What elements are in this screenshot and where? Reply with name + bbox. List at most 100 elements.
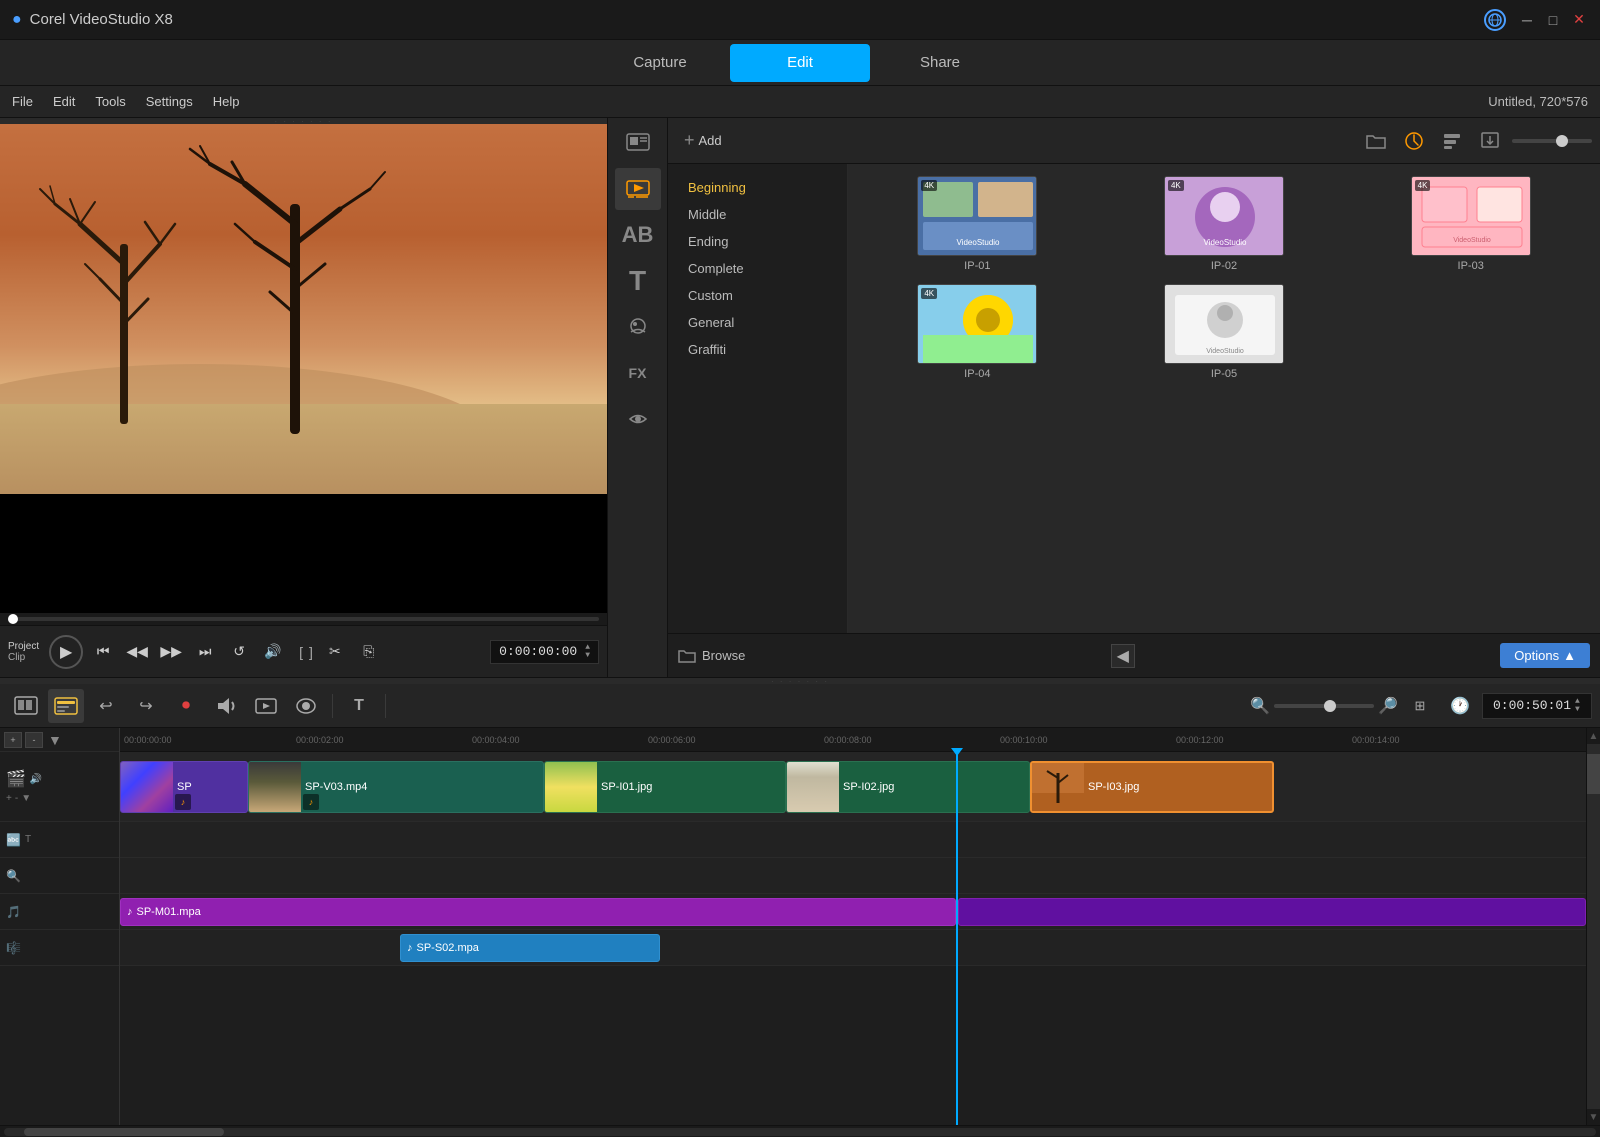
sidebar-text-icon[interactable]: AB [615, 214, 661, 256]
minimize-button[interactable]: ─ [1518, 11, 1536, 29]
sidebar-fx-icon[interactable]: FX [615, 352, 661, 394]
ruler-mark-2: 00:00:04:00 [472, 735, 648, 745]
tl-mask-button[interactable] [288, 689, 324, 723]
add-button[interactable]: + Add [676, 126, 730, 155]
clip-spi01[interactable]: SP-I01.jpg [544, 761, 786, 813]
skip-start-button[interactable]: ⏮ [89, 638, 117, 666]
scroll-up-button[interactable]: ▲ [1587, 728, 1600, 744]
folder-icon[interactable] [1360, 125, 1392, 157]
clip-spm01[interactable]: ♪ SP-M01.mpa [120, 898, 956, 926]
thumbnail-ip02[interactable]: 4K VideoStudio IP-02 [1107, 176, 1342, 272]
tl-redo-button[interactable]: ↪ [128, 689, 164, 723]
clip-sps02-note: ♪ [407, 942, 413, 954]
h-scrollbar[interactable] [4, 1128, 1596, 1136]
menu-file[interactable]: File [12, 94, 33, 109]
globe-icon[interactable] [1484, 9, 1506, 31]
mark-out-button[interactable]: ] [307, 642, 315, 662]
category-beginning[interactable]: Beginning [668, 174, 847, 201]
zoom-in-icon[interactable]: 🔎 [1378, 696, 1398, 716]
play-button[interactable]: ▶ [49, 635, 83, 669]
volume-button[interactable]: 🔊 [259, 638, 287, 666]
tl-storyboard-button[interactable] [8, 689, 44, 723]
clip-spi02[interactable]: SP-I02.jpg [786, 761, 1030, 813]
step-forward-button[interactable]: ▶▶ [157, 638, 185, 666]
timeline-scrollbar [0, 1125, 1600, 1137]
clip-spi03[interactable]: SP-I03.jpg [1030, 761, 1274, 813]
timecode-down[interactable]: ▼ [585, 652, 590, 660]
step-back-button[interactable]: ◀◀ [123, 638, 151, 666]
scrubber-bar[interactable] [0, 613, 607, 625]
zoom-bar[interactable] [1274, 704, 1374, 708]
close-button[interactable]: ✕ [1570, 11, 1588, 29]
tl-media-button[interactable] [248, 689, 284, 723]
import-icon[interactable] [1474, 125, 1506, 157]
video-track-add-remove: + - ▼ [6, 793, 113, 804]
sidebar-graphics-icon[interactable] [615, 306, 661, 348]
tab-capture[interactable]: Capture [590, 44, 730, 82]
menu-tools[interactable]: Tools [95, 94, 125, 109]
tl-clock-button[interactable]: 🕐 [1442, 689, 1478, 723]
copy-button[interactable]: ⎘ [355, 638, 383, 666]
menu-settings[interactable]: Settings [146, 94, 193, 109]
tl-timeline-button[interactable] [48, 689, 84, 723]
video-track-mute-icon[interactable]: 🔊 [30, 774, 42, 785]
tab-edit[interactable]: Edit [730, 44, 870, 82]
clip-sp[interactable]: SP ♪ [120, 761, 248, 813]
video-track-down-icon[interactable]: - [15, 793, 18, 804]
category-middle[interactable]: Middle [668, 201, 847, 228]
clip-spi03-label: SP-I03.jpg [1084, 781, 1143, 793]
thumbnail-ip03[interactable]: 4K VideoStudio IP-03 [1353, 176, 1588, 272]
clip-spm01-ext[interactable] [958, 898, 1586, 926]
tl-fit-button[interactable]: ⊞ [1402, 689, 1438, 723]
tl-timecode-down[interactable]: ▼ [1575, 706, 1580, 714]
skip-end-button[interactable]: ⏭ [191, 638, 219, 666]
tab-share[interactable]: Share [870, 44, 1010, 82]
remove-track-btn[interactable]: - [25, 732, 43, 748]
sidebar-transitions-icon[interactable] [615, 398, 661, 440]
menu-edit[interactable]: Edit [53, 94, 75, 109]
cut-button[interactable]: ✂ [321, 638, 349, 666]
zoom-out-icon[interactable]: 🔍 [1250, 696, 1270, 716]
sidebar-media-icon[interactable] [615, 122, 661, 164]
scrubber-head[interactable] [8, 614, 18, 624]
sort-icon[interactable] [1436, 125, 1468, 157]
browse-button[interactable]: Browse [678, 648, 745, 664]
audio-track-icon: 🎵 [6, 905, 21, 919]
category-custom[interactable]: Custom [668, 282, 847, 309]
category-general[interactable]: General [668, 309, 847, 336]
sidebar-instant-project-icon[interactable] [615, 168, 661, 210]
zoom-slider[interactable] [1512, 139, 1592, 143]
category-graffiti[interactable]: Graffiti [668, 336, 847, 363]
clip-spv03[interactable]: SP-V03.mp4 ♪ [248, 761, 544, 813]
category-complete[interactable]: Complete [668, 255, 847, 282]
menu-help[interactable]: Help [213, 94, 240, 109]
zoom-thumb[interactable] [1556, 135, 1568, 147]
mark-in-button[interactable]: [ [297, 642, 305, 662]
add-track-btn[interactable]: + [4, 732, 22, 748]
tl-record-button[interactable]: ⏺ [168, 689, 204, 723]
loop-button[interactable]: ↺ [225, 638, 253, 666]
clip-spi03-thumbnail [1032, 763, 1084, 811]
track-arrow-down-icon[interactable]: ▼ [48, 732, 62, 748]
sidebar-title-icon[interactable]: T [615, 260, 661, 302]
options-button[interactable]: Options ▲ [1500, 643, 1590, 668]
h-scrollbar-thumb[interactable] [24, 1128, 224, 1136]
category-ending[interactable]: Ending [668, 228, 847, 255]
tl-undo-button[interactable]: ↩ [88, 689, 124, 723]
thumbnail-ip01[interactable]: 4K VideoStudio IP-01 [860, 176, 1095, 272]
scroll-down-button[interactable]: ▼ [1587, 1109, 1600, 1125]
library-icon[interactable] [1398, 125, 1430, 157]
tl-audio-button[interactable] [208, 689, 244, 723]
video-track-expand-icon[interactable]: ▼ [21, 793, 31, 804]
video-track-up-icon[interactable]: + [6, 793, 12, 804]
thumbnail-ip04[interactable]: 4K IP-04 [860, 284, 1095, 380]
scroll-thumb[interactable] [1587, 754, 1600, 794]
tl-title-button[interactable]: T [341, 689, 377, 723]
collapse-button[interactable]: ◀ [1111, 644, 1135, 668]
scroll-track[interactable] [1587, 744, 1600, 1109]
restore-button[interactable]: □ [1544, 11, 1562, 29]
thumbnail-ip05[interactable]: VideoStudio IP-05 [1107, 284, 1342, 380]
clip-sps02[interactable]: ♪ SP-S02.mpa [400, 934, 660, 962]
zoom-bar-thumb[interactable] [1324, 700, 1336, 712]
scrubber-track[interactable] [8, 617, 599, 621]
